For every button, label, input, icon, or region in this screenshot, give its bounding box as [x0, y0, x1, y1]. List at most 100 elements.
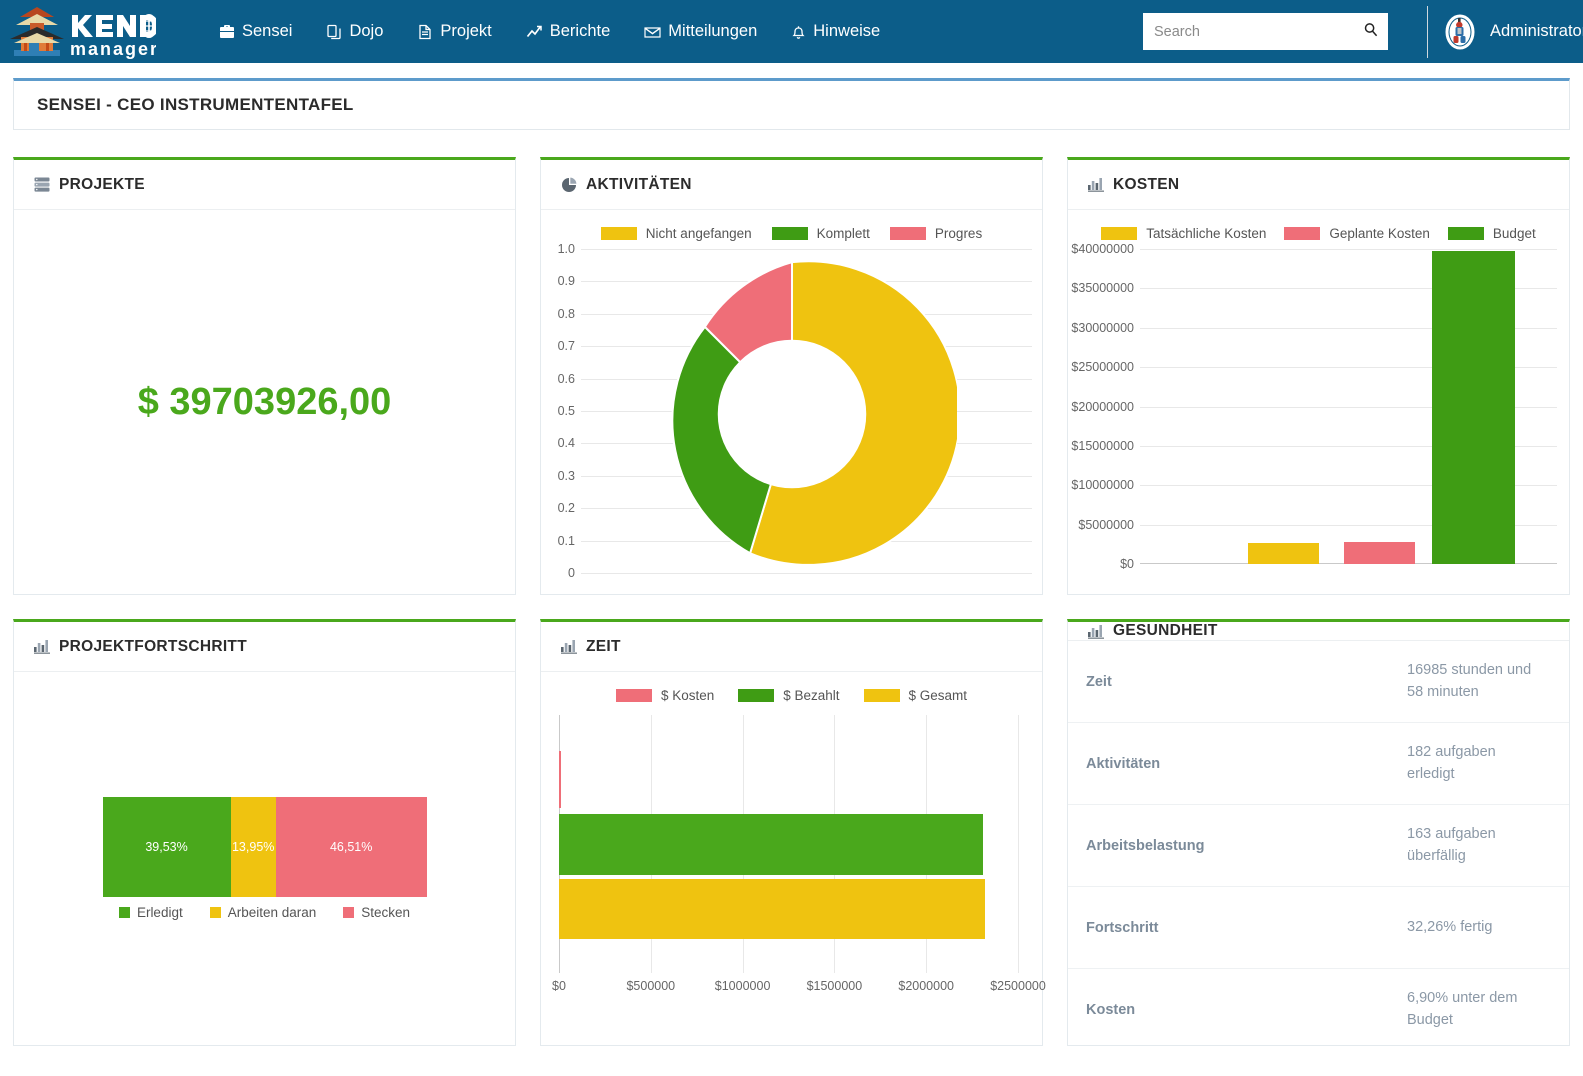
legend-item[interactable]: $ Kosten [615, 688, 714, 703]
health-value: 163 aufgaben überfällig [1407, 825, 1496, 864]
legend-swatch [863, 689, 900, 702]
nav-item-sensei[interactable]: Sensei [202, 22, 309, 41]
health-list: Zeit 16985 stunden und 58 minuten Aktivi… [1068, 641, 1569, 1051]
x-tick: $0 [552, 979, 566, 993]
nav-item-mitteilungen[interactable]: Mitteilungen [627, 22, 774, 41]
legend-item[interactable]: $ Bezahlt [738, 688, 840, 703]
legend-item[interactable]: Tatsächliche Kosten [1101, 226, 1266, 241]
y-tick: $15000000 [1071, 438, 1134, 453]
nav-item-hinweise[interactable]: Hinweise [774, 22, 897, 41]
legend-label: Geplante Kosten [1329, 226, 1430, 241]
legend-item[interactable]: Progres [889, 226, 983, 241]
zeit-bar-gesamt[interactable] [559, 878, 985, 940]
x-tick: $1000000 [714, 979, 771, 993]
health-value: 6,90% unter dem Budget [1407, 990, 1518, 1028]
card-projektfortschritt-title: PROJEKTFORTSCHRITT [59, 637, 247, 655]
card-gesundheit-body: Zeit 16985 stunden und 58 minuten Aktivi… [1068, 641, 1569, 1051]
legend-label: Progres [934, 226, 983, 241]
search-button[interactable] [1354, 13, 1388, 50]
nav-item-label: Berichte [549, 22, 611, 40]
legend-label: Komplett [816, 226, 870, 241]
stacked-bar: 39,53% 13,95% 46,51% [102, 797, 427, 897]
health-row-zeit: Zeit 16985 stunden und 58 minuten [1068, 641, 1569, 723]
card-projekte-body: $ 39703926,00 [14, 210, 515, 594]
kosten-bar-chart: $0 $5000000 $10000000 $15000000 $2000000… [1068, 241, 1569, 581]
briefcase-icon [219, 24, 235, 40]
app-logo[interactable]: manager [0, 1, 160, 63]
nav-item-dojo[interactable]: Dojo [309, 22, 400, 41]
zeit-bar-kosten[interactable] [559, 751, 561, 808]
legend-label: Tatsächliche Kosten [1146, 226, 1267, 241]
segment-value-label: 46,51% [329, 840, 373, 854]
avatar [1441, 13, 1479, 51]
zeit-bar-chart: $0 $500000 $1000000 $1500000 $2000000 $2… [541, 703, 1046, 1003]
page-title: SENSEI - CEO INSTRUMENTENTAFEL [37, 95, 354, 114]
y-tick: $10000000 [1071, 478, 1134, 493]
search-input[interactable] [1143, 13, 1354, 50]
y-tick: 0 [568, 566, 575, 580]
legend-label: Arbeiten daran [227, 905, 317, 920]
nav-item-label: Projekt [440, 22, 492, 40]
legend-swatch [1447, 227, 1484, 240]
card-projekte-title: PROJEKTE [59, 175, 145, 193]
card-aktivitaeten: AKTIVITÄTEN Nicht angefangen Komplett Pr… [540, 157, 1043, 595]
health-value: 182 aufgaben erledigt [1407, 743, 1496, 782]
card-kosten: KOSTEN Tatsächliche Kosten Geplante Kost… [1067, 157, 1570, 595]
y-tick: 0.1 [557, 533, 575, 548]
stack-segment-stecken[interactable]: 46,51% [275, 797, 427, 897]
nav-item-berichte[interactable]: Berichte [509, 22, 628, 41]
legend-item[interactable]: Geplante Kosten [1284, 226, 1430, 241]
legend-label: Stecken [361, 905, 411, 920]
search-box[interactable] [1143, 13, 1388, 50]
legend-label: Nicht angefangen [645, 226, 752, 241]
nav-item-projekt[interactable]: Projekt [400, 22, 508, 41]
y-tick: $20000000 [1071, 399, 1134, 414]
health-key: Aktivitäten [1086, 755, 1161, 772]
projektfortschritt-legend: Erledigt Arbeiten daran Stecken [118, 905, 410, 920]
card-kosten-header: KOSTEN [1068, 160, 1569, 210]
line-chart-icon [526, 24, 543, 40]
server-list-icon [34, 177, 50, 192]
stack-segment-erledigt[interactable]: 39,53% [102, 797, 231, 897]
y-tick: 0.7 [557, 339, 575, 354]
card-gesundheit-title: GESUNDHEIT [1113, 622, 1218, 639]
legend-swatch [1284, 227, 1321, 240]
legend-item[interactable]: Nicht angefangen [600, 226, 752, 241]
kosten-bar-geplante-kosten[interactable] [1344, 542, 1416, 564]
legend-item[interactable]: $ Gesamt [863, 688, 967, 703]
health-key: Fortschritt [1086, 919, 1159, 936]
kosten-bar-budget[interactable] [1431, 251, 1516, 564]
zeit-plot-area [559, 715, 1019, 973]
legend-item[interactable]: Budget [1447, 226, 1536, 241]
kendo-manager-logo-icon: manager [10, 6, 156, 59]
kosten-plot-area [1140, 249, 1557, 564]
kosten-y-axis: $0 $5000000 $10000000 $15000000 $2000000… [1068, 242, 1134, 571]
y-tick: $40000000 [1071, 242, 1134, 256]
card-projekte-header: PROJEKTE [14, 160, 515, 210]
aktivitaeten-legend: Nicht angefangen Komplett Progres [541, 226, 1042, 241]
health-row-aktivitaeten: Aktivitäten 182 aufgaben erledigt [1068, 723, 1569, 805]
x-tick: $2000000 [898, 979, 954, 993]
user-menu[interactable]: Administrator [1427, 0, 1583, 63]
legend-item[interactable]: Komplett [771, 226, 870, 241]
legend-item[interactable]: Erledigt [118, 905, 183, 920]
legend-item[interactable]: Stecken [343, 905, 410, 920]
segment-value-label: 13,95% [231, 840, 275, 854]
health-key: Zeit [1086, 673, 1112, 690]
x-tick: $1500000 [806, 979, 863, 993]
donut-svg[interactable] [627, 249, 957, 579]
stack-segment-arbeiten-daran[interactable]: 13,95% [230, 797, 276, 897]
legend-item[interactable]: Arbeiten daran [209, 905, 317, 920]
page-title-card: SENSEI - CEO INSTRUMENTENTAFEL [13, 78, 1570, 130]
health-row-kosten: Kosten 6,90% unter dem Budget [1068, 969, 1569, 1051]
health-row-fortschritt: Fortschritt 32,26% fertig [1068, 887, 1569, 969]
kosten-bar-tatsaechliche-kosten[interactable] [1248, 542, 1320, 564]
health-key: Arbeitsbelastung [1086, 837, 1205, 854]
pie-chart-icon [561, 177, 577, 193]
zeit-bar-bezahlt[interactable] [559, 814, 984, 875]
top-navigation-bar: manager Sensei Dojo Projekt Berichte Mit… [0, 0, 1583, 63]
legend-swatch [600, 227, 637, 240]
legend-swatch [771, 227, 808, 240]
health-key: Kosten [1086, 1002, 1136, 1018]
copy-icon [326, 24, 342, 40]
